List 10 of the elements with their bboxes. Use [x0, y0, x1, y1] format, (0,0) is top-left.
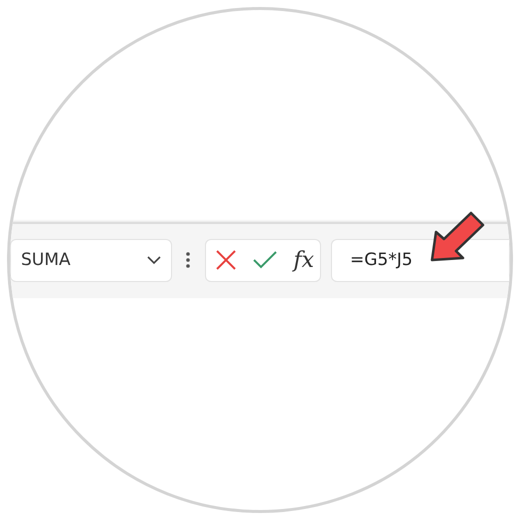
insert-function-button[interactable]: fx: [293, 248, 314, 272]
formula-field[interactable]: =G5*J5: [331, 238, 510, 282]
checkmark-icon[interactable]: [252, 251, 277, 269]
more-options-icon[interactable]: [186, 252, 190, 268]
arrow-icon: [428, 210, 486, 264]
name-box[interactable]: SUMA: [10, 238, 172, 282]
chevron-down-icon[interactable]: [147, 256, 161, 264]
name-box-value: SUMA: [21, 250, 71, 270]
formula-text: =G5*J5: [350, 250, 413, 270]
cancel-icon[interactable]: [216, 250, 236, 270]
